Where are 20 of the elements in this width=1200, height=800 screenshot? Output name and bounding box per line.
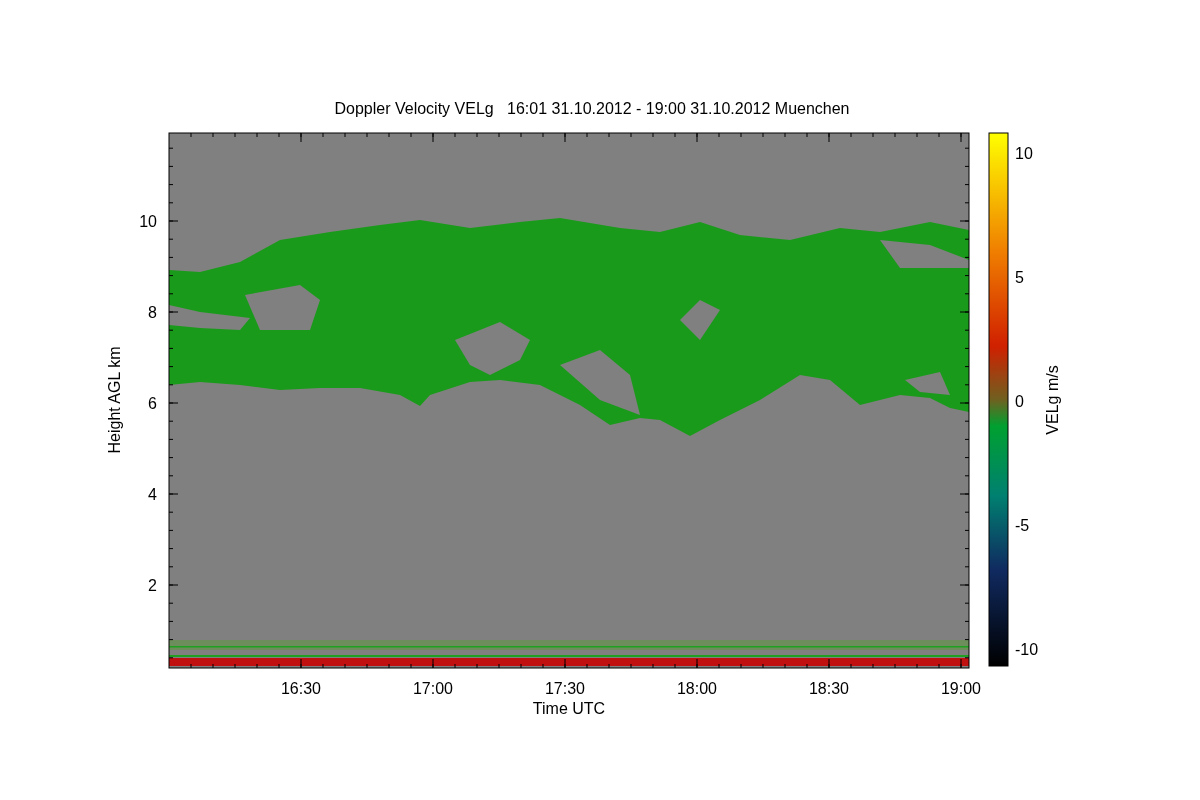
tick-label: 17:00 [413, 680, 453, 697]
tick-label: 0 [1015, 393, 1024, 410]
tick-label: -10 [1015, 641, 1039, 658]
tick-label: 5 [1015, 269, 1024, 286]
tick-label: 19:00 [941, 680, 981, 697]
tick-label: -5 [1015, 517, 1030, 534]
tick-label: 6 [148, 395, 157, 412]
tick-label: 10 [1015, 145, 1033, 162]
axis-label: VELg m/s [1044, 365, 1061, 435]
tick-label: 2 [148, 577, 157, 594]
tick-label: 8 [148, 304, 157, 321]
tick-label: 17:30 [545, 680, 585, 697]
tick-label: 18:00 [677, 680, 717, 697]
axis-label: Time UTC [532, 700, 606, 717]
tick-label: 4 [148, 486, 157, 503]
tick-label: 18:30 [809, 680, 849, 697]
tick-label: 10 [139, 213, 157, 230]
axis-label: Height AGL km [106, 346, 123, 454]
tick-label: 16:30 [281, 680, 321, 697]
plot-title: Doppler Velocity VELg 16:01 31.10.2012 - 19:00 31.10.2012 Muenchen [334, 100, 850, 117]
